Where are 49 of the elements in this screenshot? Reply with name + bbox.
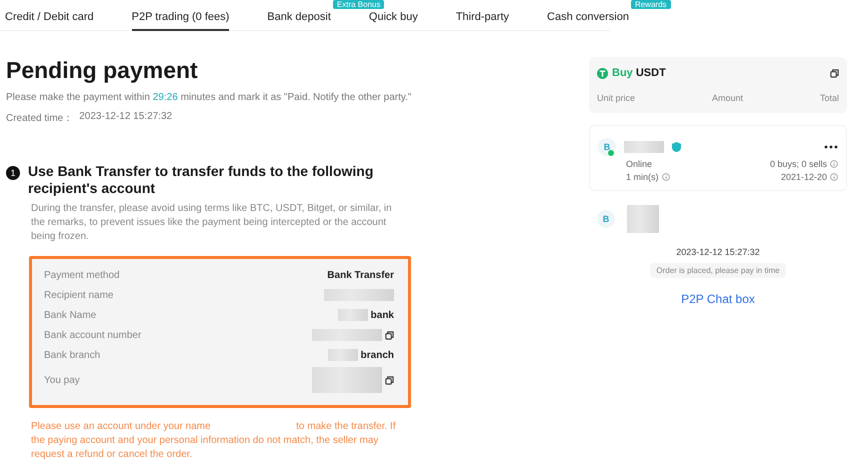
step-hint: During the transfer, please avoid using terms like BTC, USDT, Bitget, or similar, in the remarks, to prevent issues like the payment being intercepted or the account being frozen. [31,202,393,244]
copy-icon[interactable] [385,330,394,340]
payment-notice: Please make the payment within 29:26 minutes and mark it as "Paid. Notify the other party." [6,92,412,103]
more-icon[interactable] [824,145,838,149]
seller-status: Online [626,159,652,169]
copy-icon[interactable] [830,68,839,78]
detail-label: Recipient name [44,290,114,300]
copy-icon[interactable] [385,376,394,384]
trade-count: 0 buys; 0 sells [770,159,827,169]
blurred-value [627,205,659,233]
tab-badge: Rewards [630,0,671,9]
step-number: 1 [6,166,20,180]
detail-label: You pay [44,374,80,386]
column-label: Unit price [597,93,636,103]
tab[interactable]: Cash conversion [547,10,629,31]
tab[interactable]: P2P trading (0 fees) [132,10,230,31]
detail-value: Bank Transfer [327,270,394,280]
created-label: Created time： [6,112,74,125]
verified-icon [672,142,681,152]
info-icon[interactable] [830,173,838,181]
chat-avatar: B [597,210,615,228]
tab[interactable]: Third-party [456,10,510,31]
warning-text: Please use an account under your name to make the transfer. If the paying account and your personal information do not match, the seller may request a refund or cancel the order. [31,420,397,462]
info-icon[interactable] [662,173,670,181]
detail-label: Bank account number [44,330,142,340]
tab[interactable]: Bank deposit [267,10,331,31]
detail-label: Bank branch [44,350,100,360]
join-date: 2021-12-20 [780,172,827,182]
column-label: Amount [712,93,744,103]
blurred-value [624,141,664,153]
order-type: Buy USDT [612,67,666,79]
chat-caption: P2P Chat box [681,292,755,306]
tab[interactable]: Quick buy [368,10,418,31]
coin-icon [597,68,608,78]
seller-avatar: B [598,138,616,156]
detail-value: branch [360,350,394,360]
tab[interactable]: Credit / Debit card [5,10,94,31]
page-title: Pending payment [6,57,199,84]
info-icon[interactable] [830,160,838,168]
system-message: Order is placed, please pay in time [650,263,786,278]
column-label: Total [820,93,839,103]
created-time: 2023-12-12 15:27:32 [79,111,172,124]
response-time: 1 min(s) [626,172,659,182]
detail-label: Payment method [44,270,120,280]
step-title: Use Bank Transfer to transfer funds to the following recipient's account [28,163,374,197]
detail-label: Bank Name [44,310,96,320]
message-time: 2023-12-12 15:27:32 [676,247,760,257]
tab-badge: Extra Bonus [332,0,384,9]
detail-value: bank [370,310,394,320]
